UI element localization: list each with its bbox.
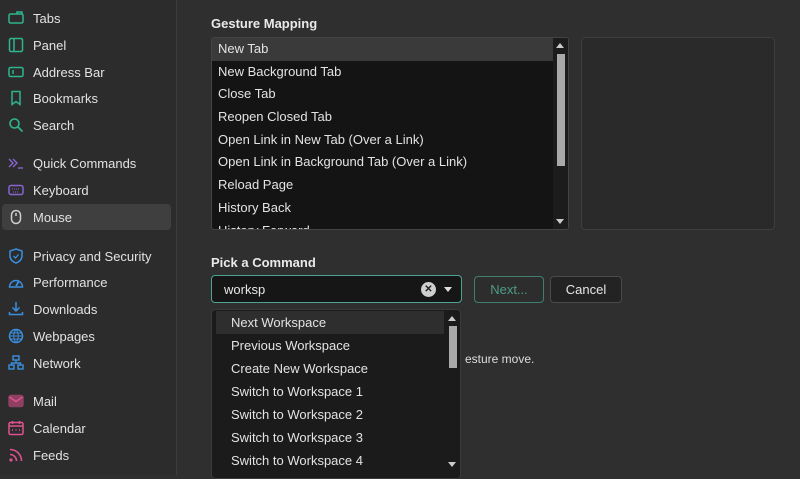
command-option[interactable]: Create New Workspace <box>216 357 444 380</box>
sidebar-item-webpages[interactable]: Webpages <box>2 323 171 349</box>
search-icon <box>8 117 24 133</box>
sidebar-item-calendar[interactable]: Calendar <box>2 415 171 441</box>
sidebar-item-label: Address Bar <box>33 64 105 80</box>
scrollbar-thumb[interactable] <box>557 54 565 166</box>
sidebar-item-label: Tabs <box>33 10 61 26</box>
command-option[interactable]: Switch to Workspace 2 <box>216 403 444 426</box>
gesture-list[interactable]: New Tab New Background Tab Close Tab Reopen… <box>211 37 569 230</box>
sidebar-item-privacy-and-security[interactable]: Privacy and Security <box>2 243 171 269</box>
sidebar-item-feeds[interactable]: Feeds <box>2 442 171 468</box>
gesture-list-item[interactable]: Open Link in Background Tab (Over a Link… <box>212 151 554 174</box>
command-option[interactable]: Previous Workspace <box>216 334 444 357</box>
scroll-down-icon[interactable] <box>448 462 456 467</box>
sidebar-item-tabs[interactable]: Tabs <box>2 5 171 31</box>
sidebar-item-downloads[interactable]: Downloads <box>2 296 171 322</box>
command-option[interactable]: Switch to Workspace 3 <box>216 426 444 449</box>
download-icon <box>8 301 24 317</box>
gesture-list-item[interactable]: Reload Page <box>212 174 554 197</box>
sidebar-item-search[interactable]: Search <box>2 112 171 138</box>
sidebar-item-keyboard[interactable]: Keyboard <box>2 177 171 203</box>
quick-commands-icon <box>8 155 24 171</box>
scroll-up-icon[interactable] <box>448 316 456 321</box>
command-option[interactable]: Switch to Workspace 4 <box>216 449 444 472</box>
sidebar-item-label: Feeds <box>33 447 70 463</box>
tabs-icon <box>8 10 24 26</box>
sidebar-item-address-bar[interactable]: Address Bar <box>2 59 171 85</box>
gesture-mapping-heading: Gesture Mapping <box>211 16 318 31</box>
settings-sidebar: Tabs Panel Address Bar Bookmarks Search Quick… <box>0 0 177 475</box>
address-bar-icon <box>8 64 24 80</box>
sidebar-item-label: Quick Commands <box>33 155 137 171</box>
bookmark-icon <box>8 90 24 106</box>
mouse-icon <box>8 209 24 225</box>
scrollbar-thumb[interactable] <box>449 326 457 368</box>
clear-icon[interactable]: ✕ <box>421 281 436 297</box>
pick-command-heading: Pick a Command <box>211 255 316 270</box>
sidebar-item-label: Mouse <box>33 209 73 225</box>
sidebar-item-label: Calendar <box>33 420 86 436</box>
command-option[interactable]: Switch to Workspace 1 <box>216 380 444 403</box>
sidebar-item-label: Downloads <box>33 301 98 317</box>
scroll-down-icon[interactable] <box>556 219 564 224</box>
command-input-value: worksp <box>224 281 266 297</box>
globe-icon <box>8 328 24 344</box>
gesture-list-scrollbar[interactable] <box>553 38 568 229</box>
command-dropdown[interactable]: Next Workspace Previous Workspace Create N… <box>211 309 461 479</box>
shield-icon <box>8 248 24 264</box>
sidebar-item-label: Search <box>33 117 75 133</box>
gesture-list-item[interactable]: New Background Tab <box>212 61 554 84</box>
keyboard-icon <box>8 182 24 198</box>
sidebar-item-label: Mail <box>33 393 57 409</box>
sidebar-item-label: Privacy and Security <box>33 248 152 264</box>
command-option[interactable]: Next Workspace <box>216 311 444 334</box>
chevron-down-icon[interactable] <box>444 286 452 292</box>
sidebar-item-quick-commands[interactable]: Quick Commands <box>2 150 171 176</box>
gesture-list-item[interactable]: History Back <box>212 197 554 220</box>
sidebar-item-label: Webpages <box>33 328 95 344</box>
gauge-icon <box>8 274 24 290</box>
gesture-list-item[interactable]: New Tab <box>212 38 554 61</box>
next-button[interactable]: Next... <box>474 276 544 303</box>
sidebar-item-label: Panel <box>33 37 67 53</box>
hint-text: esture move. <box>465 352 535 366</box>
sidebar-item-performance[interactable]: Performance <box>2 269 171 295</box>
gesture-preview <box>581 37 775 230</box>
calendar-icon <box>8 420 24 436</box>
mail-icon <box>8 393 24 409</box>
gesture-list-item[interactable]: Open Link in New Tab (Over a Link) <box>212 129 554 152</box>
network-icon <box>8 355 24 371</box>
panel-icon <box>8 37 24 53</box>
feeds-icon <box>8 447 24 463</box>
gesture-list-item[interactable]: History Forward <box>212 220 554 230</box>
cancel-button[interactable]: Cancel <box>550 276 622 303</box>
sidebar-item-label: Network <box>33 355 81 371</box>
sidebar-item-label: Performance <box>33 274 108 290</box>
sidebar-item-panel[interactable]: Panel <box>2 32 171 58</box>
sidebar-item-label: Keyboard <box>33 182 89 198</box>
sidebar-item-mouse[interactable]: Mouse <box>2 204 171 230</box>
command-search-input[interactable]: worksp ✕ <box>211 275 462 303</box>
sidebar-item-network[interactable]: Network <box>2 350 171 376</box>
sidebar-item-mail[interactable]: Mail <box>2 388 171 414</box>
dropdown-scrollbar[interactable] <box>445 310 460 478</box>
sidebar-item-label: Bookmarks <box>33 90 99 106</box>
gesture-list-item[interactable]: Close Tab <box>212 83 554 106</box>
gesture-list-item[interactable]: Reopen Closed Tab <box>212 106 554 129</box>
scroll-up-icon[interactable] <box>556 43 564 48</box>
sidebar-item-bookmarks[interactable]: Bookmarks <box>2 85 171 111</box>
